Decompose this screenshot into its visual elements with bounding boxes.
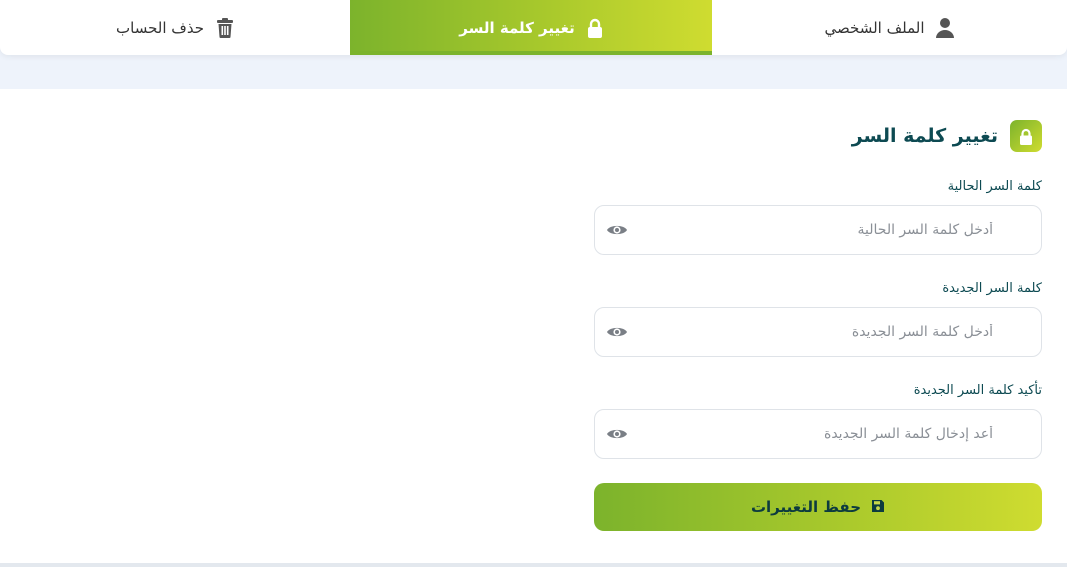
confirm-password-field <box>594 409 1042 459</box>
eye-icon[interactable] <box>605 218 629 242</box>
section-heading: تغيير كلمة السر <box>852 120 1042 152</box>
active-tab-indicator <box>350 51 712 55</box>
tab-profile-label: الملف الشخصي <box>824 18 925 37</box>
divider <box>0 563 1067 567</box>
tab-profile[interactable]: الملف الشخصي <box>712 0 1067 55</box>
current-password-label: كلمة السر الحالية <box>947 179 1042 194</box>
eye-icon[interactable] <box>605 422 629 446</box>
new-password-label: كلمة السر الجديدة <box>942 281 1042 296</box>
new-password-field <box>594 307 1042 357</box>
page-title: تغيير كلمة السر <box>851 125 998 147</box>
change-password-card: تغيير كلمة السر كلمة السر الحالية كلمة ا… <box>0 89 1067 564</box>
tab-change-password[interactable]: تغيير كلمة السر <box>350 0 712 55</box>
tab-change-password-label: تغيير كلمة السر <box>459 18 575 37</box>
new-password-input[interactable] <box>651 308 1041 356</box>
tab-delete-account[interactable]: حذف الحساب <box>0 0 350 55</box>
eye-icon[interactable] <box>605 320 629 344</box>
tab-delete-account-label: حذف الحساب <box>116 18 204 37</box>
tab-bar: حذف الحساب تغيير كلمة السر الملف الشخصي <box>0 0 1067 55</box>
lock-icon <box>1010 120 1042 152</box>
user-icon <box>936 17 955 38</box>
confirm-password-label: تأكيد كلمة السر الجديدة <box>913 383 1042 398</box>
lock-icon <box>587 18 603 38</box>
confirm-password-input[interactable] <box>651 410 1041 458</box>
current-password-input[interactable] <box>651 206 1041 254</box>
save-changes-label: حفظ التغييرات <box>750 498 862 516</box>
save-changes-button[interactable]: حفظ التغييرات <box>594 483 1042 531</box>
current-password-field <box>594 205 1042 255</box>
floppy-disk-icon <box>871 499 885 516</box>
trash-icon <box>216 17 234 38</box>
